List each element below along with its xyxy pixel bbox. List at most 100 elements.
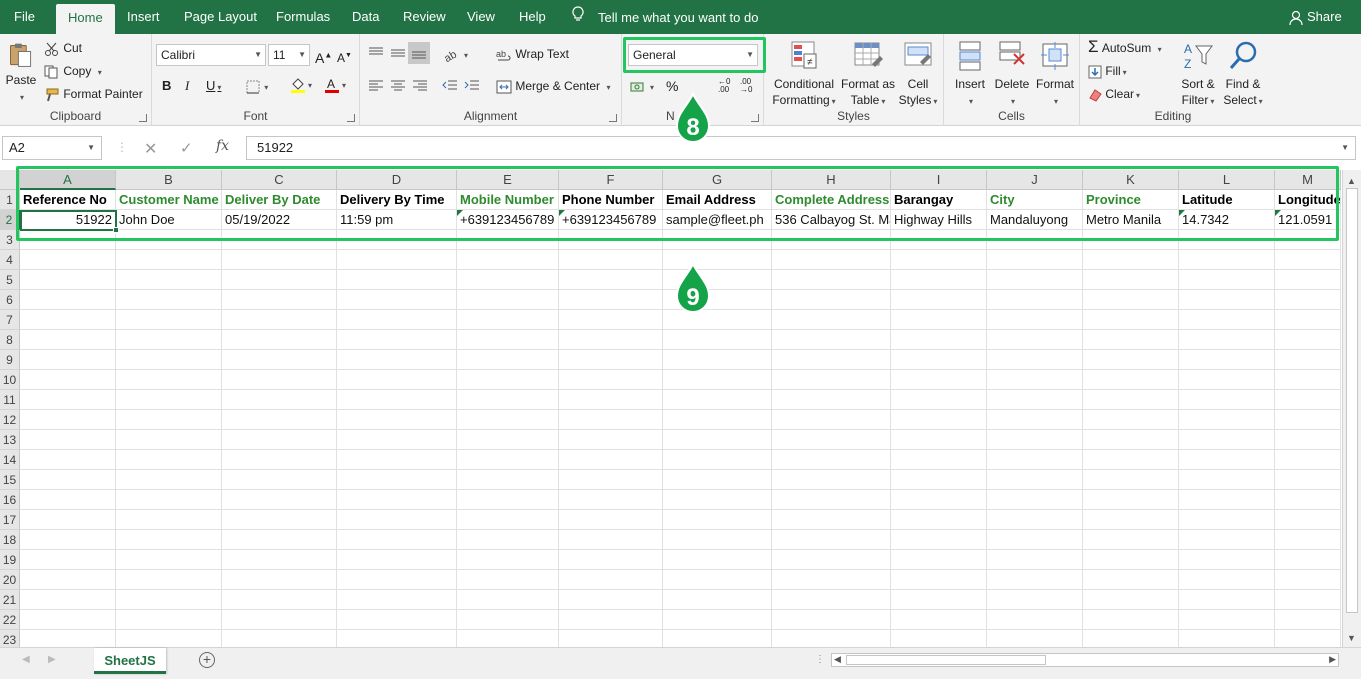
sort-filter-button[interactable]: AZ Sort & Filter ▾	[1174, 40, 1222, 110]
header-cell-l[interactable]: Latitude	[1179, 190, 1274, 210]
tab-home[interactable]: Home	[56, 4, 115, 34]
align-top-icon[interactable]	[368, 46, 384, 60]
column-header-k[interactable]: K	[1083, 170, 1179, 190]
tab-data[interactable]: Data	[352, 0, 379, 34]
row-header-11[interactable]: 11	[0, 390, 20, 410]
font-name-combo[interactable]: Calibri ▼	[156, 44, 266, 66]
column-header-e[interactable]: E	[457, 170, 559, 190]
fill-button[interactable]: Fill ▾	[1088, 63, 1127, 81]
data-cell-e2[interactable]: +639123456789	[457, 210, 558, 230]
orientation-button[interactable]: ab ▾	[444, 46, 468, 64]
header-cell-a[interactable]: Reference No	[20, 190, 115, 210]
align-left-icon[interactable]	[368, 79, 384, 93]
row-header-23[interactable]: 23	[0, 630, 20, 647]
insert-cells-button[interactable]: Insert ▾	[950, 40, 990, 110]
column-header-d[interactable]: D	[337, 170, 457, 190]
header-cell-i[interactable]: Barangay	[891, 190, 986, 210]
align-center-icon[interactable]	[390, 79, 406, 93]
row-header-16[interactable]: 16	[0, 490, 20, 510]
column-header-j[interactable]: J	[987, 170, 1083, 190]
format-as-table-button[interactable]: Format as Table ▾	[840, 40, 896, 110]
accounting-format-button[interactable]: ▾	[630, 78, 654, 96]
column-header-c[interactable]: C	[222, 170, 337, 190]
header-cell-e[interactable]: Mobile Number	[457, 190, 558, 210]
column-header-g[interactable]: G	[663, 170, 772, 190]
horizontal-scrollbar[interactable]: ◀ ▶	[831, 653, 1339, 667]
header-cell-h[interactable]: Complete Address	[772, 190, 890, 210]
conditional-formatting-button[interactable]: ≠ Conditional Formatting ▾	[768, 40, 840, 110]
header-cell-g[interactable]: Email Address	[663, 190, 771, 210]
tab-split-grip-icon[interactable]: ⋮	[815, 654, 825, 665]
header-cell-f[interactable]: Phone Number	[559, 190, 662, 210]
tab-view[interactable]: View	[467, 0, 495, 34]
column-header-l[interactable]: L	[1179, 170, 1275, 190]
italic-button[interactable]: I	[185, 78, 189, 94]
fill-handle[interactable]	[113, 227, 119, 233]
cut-button[interactable]: Cut	[44, 40, 82, 56]
sheet-tab-sheetjs[interactable]: SheetJS	[94, 648, 166, 674]
next-sheet-icon[interactable]: ▶	[48, 654, 56, 665]
tell-me-search[interactable]: Tell me what you want to do	[572, 0, 758, 34]
format-painter-button[interactable]: Format Painter	[44, 86, 143, 102]
share-button[interactable]: Share	[1288, 0, 1342, 34]
font-size-combo[interactable]: 11 ▼	[268, 44, 310, 66]
column-header-a[interactable]: A	[20, 170, 116, 190]
row-header-2[interactable]: 2	[0, 210, 20, 230]
tab-help[interactable]: Help	[519, 0, 546, 34]
shrink-font-button[interactable]: A▼	[337, 48, 352, 66]
paste-button[interactable]: Paste ▾	[4, 40, 38, 106]
cancel-entry-icon[interactable]: ✕	[144, 139, 157, 159]
column-header-h[interactable]: H	[772, 170, 891, 190]
fill-color-button[interactable]: ▾	[290, 76, 312, 94]
borders-button[interactable]: ▾	[246, 78, 268, 96]
scroll-up-icon[interactable]: ▲	[1347, 176, 1356, 186]
horizontal-scroll-thumb[interactable]	[846, 655, 1046, 665]
header-cell-m[interactable]: Longitude	[1275, 190, 1340, 210]
prev-sheet-icon[interactable]: ◀	[22, 654, 30, 665]
row-header-20[interactable]: 20	[0, 570, 20, 590]
vertical-scroll-thumb[interactable]	[1346, 188, 1358, 613]
data-cell-g2[interactable]: sample@fleet.ph	[663, 210, 771, 230]
insert-function-icon[interactable]: fx	[216, 138, 229, 154]
error-indicator-icon[interactable]	[457, 210, 463, 216]
worksheet-grid[interactable]: ▲ ▼ A B C D E F G H I J K L M 1 2 3 4 5 6 7 8 9 10 11 12 13 14 15 16…	[0, 170, 1361, 647]
name-box[interactable]: A2 ▼	[2, 136, 102, 160]
row-header-4[interactable]: 4	[0, 250, 20, 270]
increase-indent-icon[interactable]	[464, 79, 480, 93]
number-launcher-icon[interactable]	[751, 114, 759, 122]
column-header-i[interactable]: I	[891, 170, 987, 190]
data-cell-c2[interactable]: 05/19/2022	[222, 210, 336, 230]
scroll-right-icon[interactable]: ▶	[1329, 654, 1336, 665]
clipboard-launcher-icon[interactable]	[139, 114, 147, 122]
row-header-21[interactable]: 21	[0, 590, 20, 610]
align-middle-icon[interactable]	[390, 46, 406, 60]
row-header-3[interactable]: 3	[0, 230, 20, 250]
row-header-9[interactable]: 9	[0, 350, 20, 370]
column-header-m[interactable]: M	[1275, 170, 1341, 190]
number-format-combo[interactable]: General ▼	[628, 44, 758, 66]
header-cell-b[interactable]: Customer Name	[116, 190, 221, 210]
add-sheet-icon[interactable]: +	[199, 652, 215, 668]
row-header-7[interactable]: 7	[0, 310, 20, 330]
tab-review[interactable]: Review	[403, 0, 446, 34]
row-header-15[interactable]: 15	[0, 470, 20, 490]
format-cells-button[interactable]: Format ▾	[1034, 40, 1076, 110]
autosum-button[interactable]: Σ AutoSum ▾	[1088, 38, 1162, 58]
row-header-10[interactable]: 10	[0, 370, 20, 390]
delete-cells-button[interactable]: Delete ▾	[992, 40, 1032, 110]
column-header-f[interactable]: F	[559, 170, 663, 190]
wrap-text-button[interactable]: ab Wrap Text	[496, 46, 569, 62]
data-cell-l2[interactable]: 14.7342	[1179, 210, 1274, 230]
data-cell-f2[interactable]: +639123456789	[559, 210, 662, 230]
copy-button[interactable]: Copy ▾	[44, 63, 102, 81]
row-header-18[interactable]: 18	[0, 530, 20, 550]
grow-font-button[interactable]: A▲	[315, 47, 332, 66]
decrease-decimal-button[interactable]: .00 →0	[740, 78, 752, 94]
data-cell-h2[interactable]: 536 Calbayog St. Ma	[772, 210, 890, 230]
data-cell-k2[interactable]: Metro Manila	[1083, 210, 1178, 230]
font-color-button[interactable]: A ▾	[324, 76, 346, 94]
data-cell-m2[interactable]: 121.0591	[1275, 210, 1340, 230]
row-header-6[interactable]: 6	[0, 290, 20, 310]
tab-insert[interactable]: Insert	[127, 0, 160, 34]
row-header-14[interactable]: 14	[0, 450, 20, 470]
